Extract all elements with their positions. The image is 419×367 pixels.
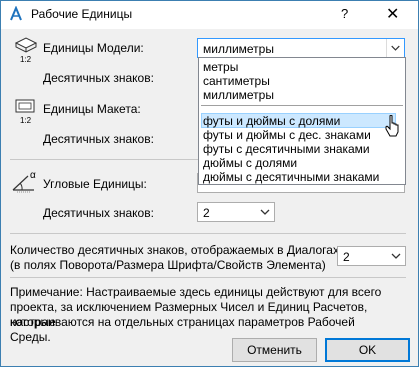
dropdown-item-millimeters[interactable]: миллиметры	[203, 88, 274, 102]
dropdown-item-inches-fractions[interactable]: дюймы с долями	[203, 156, 297, 170]
ok-button[interactable]: OK	[325, 338, 410, 362]
units-dropdown-list: метры сантиметры миллиметры футы и дюймы…	[198, 57, 406, 185]
dropdown-item-inches-decimals[interactable]: дюймы с десятичными знаками	[203, 170, 379, 184]
angle-units-icon: α	[10, 170, 42, 194]
separator	[10, 233, 406, 234]
angle-units-label: Угловые Единицы:	[43, 177, 147, 191]
layout-units-label: Единицы Макета:	[43, 102, 141, 116]
help-button[interactable]: ?	[341, 6, 348, 21]
dropdown-item-feet-decimals[interactable]: футы с десятичными знаками	[203, 142, 370, 156]
model-icon-caption: 1:2	[20, 55, 32, 64]
dialog-decimals-label: Количество десятичных знаков, отображаем…	[10, 243, 343, 257]
dropdown-item-feet-inches-decimals[interactable]: футы и дюймы с дес. знаками	[203, 128, 371, 142]
layout-icon-caption: 1:2	[20, 116, 32, 125]
model-units-value: миллиметры	[203, 42, 274, 56]
model-decimals-label: Десятичных знаков:	[43, 71, 154, 85]
layout-decimals-label: Десятичных знаков:	[43, 132, 154, 146]
cancel-button[interactable]: Отменить	[232, 338, 317, 362]
dialog-decimals-select[interactable]: 2	[337, 246, 406, 266]
title-bar: Рабочие Единицы ? ✕	[1, 1, 418, 29]
close-button[interactable]: ✕	[386, 4, 399, 24]
angle-alpha: α	[30, 170, 36, 181]
dropdown-separator	[201, 105, 403, 106]
angle-decimals-label: Десятичных знаков:	[43, 206, 154, 220]
chevron-down-icon	[386, 39, 400, 57]
note-line-1: Примечание: Настраиваемые здесь единицы …	[10, 285, 382, 299]
archicad-icon	[10, 6, 22, 21]
angle-decimals-select[interactable]: 2	[197, 202, 275, 222]
dropdown-item-centimeters[interactable]: сантиметры	[203, 74, 270, 88]
chevron-down-icon	[260, 209, 270, 215]
model-units-select[interactable]: миллиметры	[197, 38, 405, 58]
dialog-decimals-sublabel: (в полях Поворота/Размера Шрифта/Свойств…	[10, 258, 326, 272]
window-title: Рабочие Единицы	[31, 7, 133, 21]
model-units-icon: 1:2	[14, 35, 38, 65]
dropdown-item-meters[interactable]: метры	[203, 60, 238, 74]
chevron-down-icon	[391, 253, 401, 259]
separator	[10, 277, 406, 278]
units-dialog: Рабочие Единицы ? ✕ 1:2 Единицы Модели: …	[0, 0, 419, 367]
mouse-cursor-icon	[385, 115, 399, 137]
model-units-label: Единицы Модели:	[43, 41, 144, 55]
dialog-decimals-value: 2	[343, 250, 350, 264]
layout-units-icon: 1:2	[14, 98, 38, 128]
angle-decimals-value: 2	[203, 206, 210, 220]
dropdown-item-feet-inches-fractions[interactable]: футы и дюймы с долями	[203, 114, 340, 128]
